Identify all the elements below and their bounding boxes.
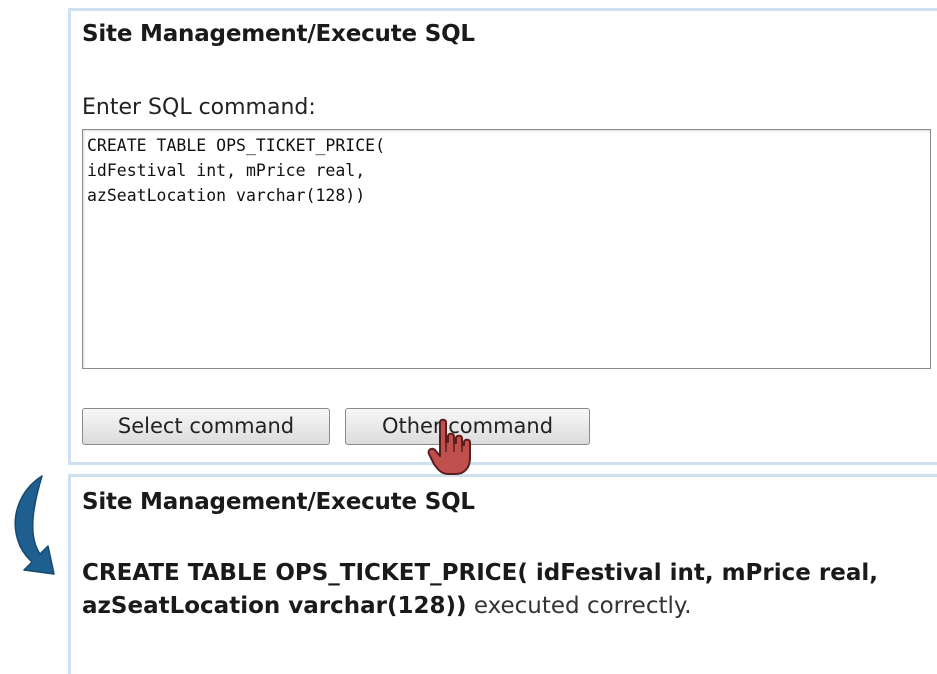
page-title: Site Management/Execute SQL: [82, 489, 475, 515]
page-title: Site Management/Execute SQL: [82, 21, 475, 47]
curved-arrow-icon: [14, 475, 55, 575]
execute-sql-result-panel: Site Management/Execute SQL CREATE TABLE…: [68, 474, 937, 674]
sql-command-textarea[interactable]: [82, 129, 931, 369]
select-command-button[interactable]: Select command: [82, 408, 330, 445]
execution-result-message: CREATE TABLE OPS_TICKET_PRICE( idFestiva…: [82, 557, 927, 623]
hand-pointer-icon: [427, 418, 471, 475]
execution-status-text: executed correctly.: [466, 593, 692, 619]
execute-sql-form-panel: Site Management/Execute SQL Enter SQL co…: [68, 8, 937, 465]
sql-command-label: Enter SQL command:: [82, 95, 316, 120]
